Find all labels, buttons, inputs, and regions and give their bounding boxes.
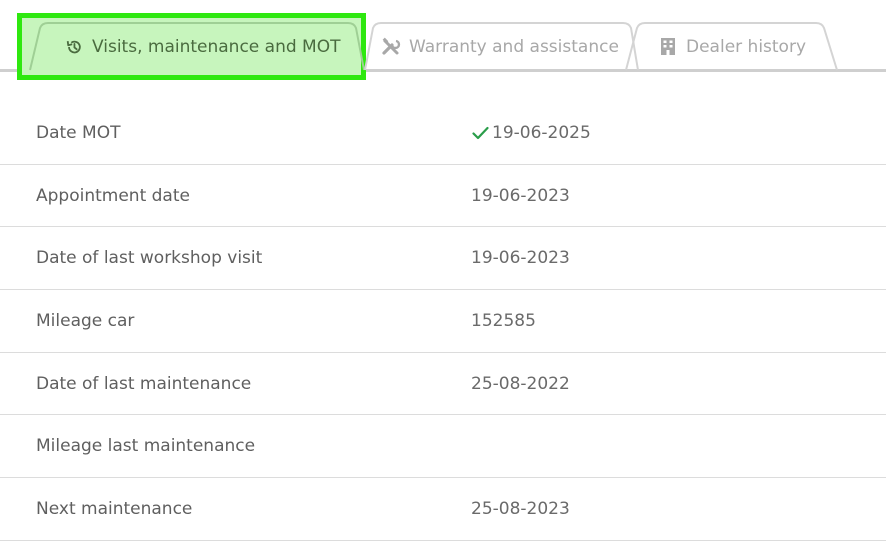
tab-warranty-assistance[interactable]: Warranty and assistance — [364, 22, 639, 71]
tab-dealer-history[interactable]: Dealer history — [625, 22, 838, 71]
table-row: Mileage last maintenance — [0, 415, 886, 479]
tools-icon — [381, 37, 401, 57]
row-label: Mileage car — [36, 310, 135, 331]
row-label: Date of last maintenance — [36, 373, 252, 394]
history-icon — [64, 37, 84, 57]
table-row: Date MOT 19-06-2025 — [0, 102, 886, 165]
row-label: Appointment date — [36, 185, 190, 206]
table-row: Date of last workshop visit 19-06-2023 — [0, 227, 886, 291]
row-value: 25-08-2023 — [471, 498, 570, 519]
check-icon — [471, 125, 489, 141]
row-value: 25-08-2022 — [471, 373, 570, 394]
row-value: 19-06-2023 — [471, 185, 570, 206]
tab-visits-maintenance-mot[interactable]: Visits, maintenance and MOT — [18, 22, 365, 71]
tab-label: Visits, maintenance and MOT — [92, 36, 341, 57]
row-value: 19-06-2023 — [471, 248, 570, 269]
row-label: Mileage last maintenance — [36, 436, 256, 457]
tab-bar: Visits, maintenance and MOT Warranty and… — [0, 0, 886, 80]
row-value: 19-06-2025 — [471, 102, 591, 164]
row-label: Date MOT — [36, 123, 121, 143]
tab-label: Dealer history — [686, 36, 807, 57]
row-value: 152585 — [471, 310, 536, 331]
table-row: Mileage car 152585 — [0, 290, 886, 353]
table-row: Next maintenance 25-08-2023 — [0, 478, 886, 541]
row-label: Next maintenance — [36, 498, 193, 519]
vehicle-info-table: Date MOT 19-06-2025 Appointment date 19-… — [0, 102, 886, 541]
table-row: Date of last maintenance 25-08-2022 — [0, 353, 886, 416]
mot-date-value: 19-06-2025 — [492, 123, 591, 143]
building-icon — [658, 37, 678, 57]
table-row: Appointment date 19-06-2023 — [0, 165, 886, 228]
tab-label: Warranty and assistance — [409, 36, 619, 57]
row-label: Date of last workshop visit — [36, 248, 263, 269]
